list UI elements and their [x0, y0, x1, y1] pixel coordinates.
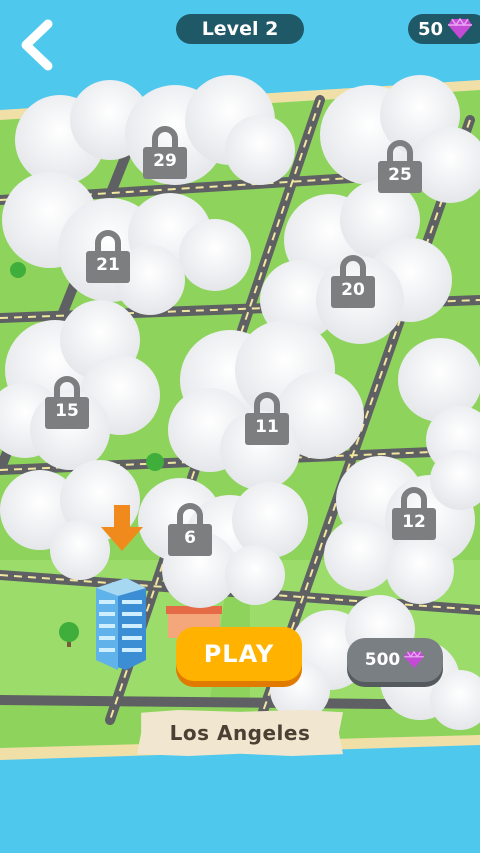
locked-level-15[interactable]: 15: [45, 375, 89, 429]
locked-level-20[interactable]: 20: [331, 254, 375, 308]
level-number: 25: [388, 165, 412, 185]
locked-level-25[interactable]: 25: [378, 139, 422, 193]
down-arrow-icon: [101, 505, 143, 551]
back-arrow-icon: [21, 19, 53, 71]
building-icon: [96, 578, 146, 670]
level-indicator: Level 2: [176, 14, 304, 44]
play-button[interactable]: PLAY: [176, 627, 302, 681]
play-label: PLAY: [203, 640, 275, 668]
unlock-price-button[interactable]: 500: [347, 638, 443, 682]
locked-level-12[interactable]: 12: [392, 486, 436, 540]
gem-count: 50: [418, 18, 444, 40]
city-name: Los Angeles: [169, 721, 311, 745]
locked-level-29[interactable]: 29: [143, 125, 187, 179]
locked-level-11[interactable]: 11: [245, 391, 289, 445]
locked-level-21[interactable]: 21: [86, 229, 130, 283]
city-name-banner: Los Angeles: [137, 710, 343, 756]
level-number: 6: [184, 528, 196, 548]
top-bar: Level 2 50: [0, 0, 480, 72]
level-number: 20: [341, 280, 365, 300]
level-number: 15: [55, 401, 79, 421]
level-number: 12: [402, 512, 426, 532]
gem-counter: 50: [408, 14, 480, 44]
locked-level-6[interactable]: 6: [168, 502, 212, 556]
unlock-price: 500: [364, 650, 401, 670]
level-number: 21: [96, 255, 120, 275]
level-label: Level 2: [201, 18, 279, 40]
back-button[interactable]: [14, 18, 62, 72]
level-number: 29: [153, 151, 177, 171]
gem-icon: [448, 18, 473, 39]
level-number: 11: [255, 417, 279, 437]
gem-icon: [404, 651, 425, 669]
